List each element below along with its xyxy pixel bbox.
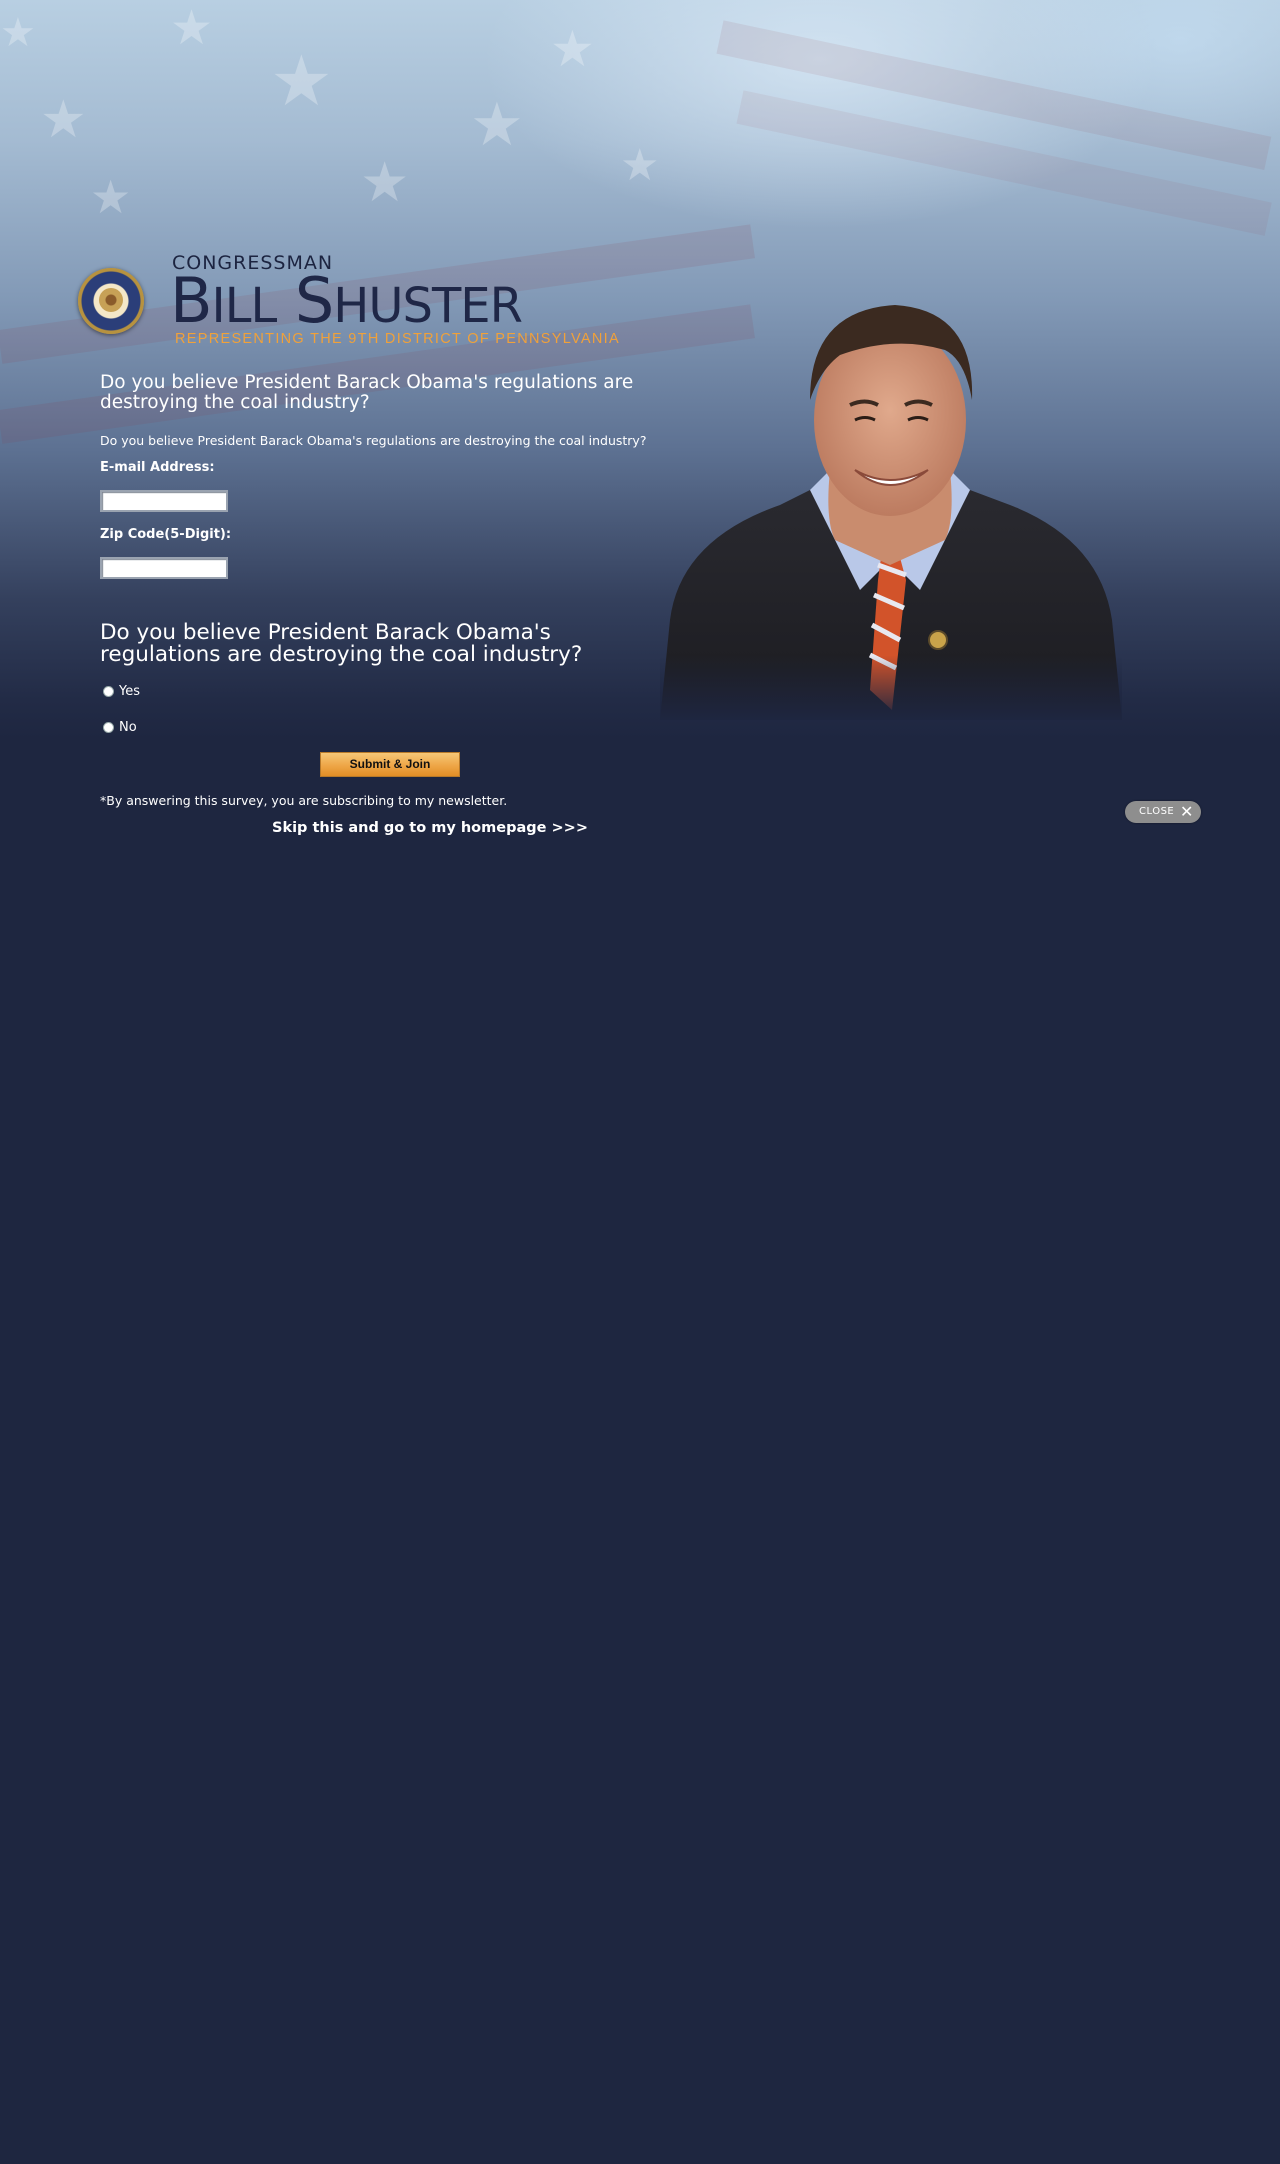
zip-code-field[interactable] — [100, 557, 228, 579]
email-label: E-mail Address: — [100, 460, 215, 475]
congress-seal — [78, 268, 144, 334]
congressman-name: BILL SHUSTER — [170, 264, 523, 337]
newsletter-disclaimer: *By answering this survey, you are subsc… — [100, 793, 508, 808]
close-button[interactable]: CLOSE ✕ — [1125, 801, 1201, 823]
radio-yes[interactable] — [103, 686, 114, 697]
close-label: CLOSE — [1139, 806, 1175, 817]
eagle-icon — [99, 288, 123, 312]
radio-no[interactable] — [103, 722, 114, 733]
option-yes[interactable]: Yes — [103, 684, 140, 699]
zip-label: Zip Code(5-Digit): — [100, 527, 232, 542]
option-no[interactable]: No — [103, 720, 137, 735]
skip-to-homepage-link[interactable]: Skip this and go to my homepage >>> — [272, 820, 588, 836]
close-x-icon: ✕ — [1180, 802, 1194, 821]
survey-subtext: Do you believe President Barack Obama's … — [100, 433, 647, 448]
survey-headline: Do you believe President Barack Obama's … — [100, 372, 634, 413]
submit-join-button[interactable]: Submit & Join — [320, 752, 460, 777]
option-no-label: No — [119, 720, 137, 735]
survey-question: Do you believe President Barack Obama's … — [100, 620, 583, 667]
district-tagline: REPRESENTING THE 9TH DISTRICT OF PENNSYL… — [175, 331, 620, 347]
option-yes-label: Yes — [119, 684, 140, 699]
congressman-portrait — [660, 290, 1122, 720]
email-field[interactable] — [100, 490, 228, 512]
